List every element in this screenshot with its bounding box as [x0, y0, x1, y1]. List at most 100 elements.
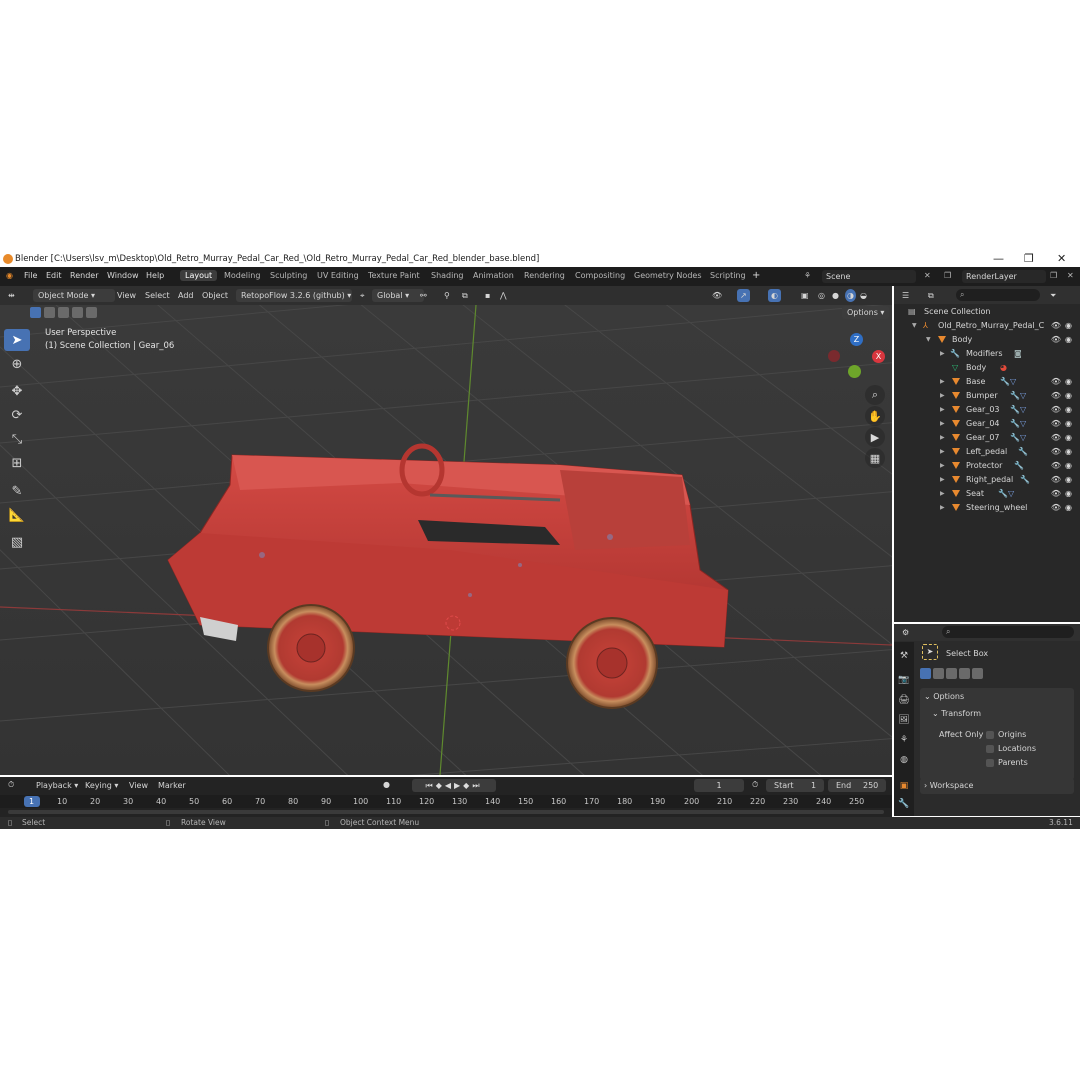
viewport-menu-object[interactable]: Object: [202, 289, 228, 302]
visibility-render-icons[interactable]: 👁◉: [1051, 445, 1076, 459]
editor-type-icon[interactable]: ⇹: [8, 289, 15, 302]
expand-toggle-icon[interactable]: ▶: [940, 459, 945, 473]
maximize-button[interactable]: ❐: [1024, 252, 1034, 265]
outliner-object-row[interactable]: ▶ Gear_07 🔧▽ 👁◉: [894, 431, 1080, 445]
timeline-menu-playback[interactable]: Playback ▾: [36, 781, 78, 790]
expand-toggle-icon[interactable]: ▶: [940, 445, 945, 459]
outliner-object-row[interactable]: ▶ Seat 🔧▽ 👁◉: [894, 487, 1080, 501]
camera-view-icon[interactable]: ▶: [865, 427, 885, 447]
render-tab-icon[interactable]: 📷: [898, 674, 910, 686]
timeline-scrollbar[interactable]: [8, 810, 884, 814]
shading-solid-icon[interactable]: ●: [832, 289, 839, 302]
visibility-render-icons[interactable]: 👁◉: [1051, 319, 1076, 333]
play-icon[interactable]: ▶: [454, 781, 463, 790]
ortho-grid-icon[interactable]: ▦: [865, 448, 885, 468]
expand-toggle-icon[interactable]: ▶: [940, 389, 945, 403]
visibility-render-icons[interactable]: 👁◉: [1051, 431, 1076, 445]
pivot-icon[interactable]: ⚯: [420, 289, 427, 302]
select-new-icon[interactable]: [30, 307, 41, 318]
transform-tool-icon[interactable]: ⊞: [4, 452, 30, 474]
outliner-collection-row[interactable]: ▼ ⅄ Old_Retro_Murray_Pedal_C 👁◉: [894, 319, 1080, 333]
timeline-menu-marker[interactable]: Marker: [158, 781, 186, 790]
select-box-tool-icon[interactable]: ➤: [4, 329, 30, 351]
rotate-tool-icon[interactable]: ⟳: [4, 404, 30, 426]
tab-compositing[interactable]: Compositing: [570, 270, 630, 281]
3d-viewport[interactable]: User Perspective (1) Scene Collection | …: [0, 305, 892, 775]
visibility-render-icons[interactable]: 👁◉: [1051, 333, 1076, 347]
current-frame-field[interactable]: 1: [694, 779, 744, 792]
new-view-layer-icon[interactable]: ❐: [1050, 271, 1057, 280]
parents-checkbox[interactable]: [986, 759, 994, 767]
modifier-tab-icon[interactable]: 🔧: [898, 798, 910, 810]
view-layer-tab-icon[interactable]: 🖼: [898, 714, 910, 726]
outliner-search-input[interactable]: ⌕: [956, 289, 1040, 301]
add-cube-tool-icon[interactable]: ▧: [4, 531, 30, 553]
expand-toggle-icon[interactable]: ▼: [926, 333, 931, 347]
move-tool-icon[interactable]: ✥: [4, 380, 30, 402]
mode-subtract-icon[interactable]: [946, 668, 957, 679]
expand-toggle-icon[interactable]: ▶: [940, 347, 945, 361]
object-mode-dropdown[interactable]: Object Mode ▾: [33, 289, 115, 302]
visibility-render-icons[interactable]: 👁◉: [1051, 403, 1076, 417]
transform-subpanel-header[interactable]: ⌄ Transform: [932, 709, 981, 718]
outliner-scene-collection[interactable]: ▤ Scene Collection: [894, 305, 1080, 319]
close-view-layer-icon[interactable]: ✕: [1067, 271, 1074, 280]
expand-toggle-icon[interactable]: ▶: [940, 487, 945, 501]
expand-toggle-icon[interactable]: ▶: [940, 501, 945, 515]
mode-difference-icon[interactable]: [959, 668, 970, 679]
workspace-panel[interactable]: › Workspace: [920, 778, 1074, 794]
select-subtract-icon[interactable]: [58, 307, 69, 318]
close-window-button[interactable]: ✕: [1057, 252, 1066, 265]
play-reverse-icon[interactable]: ◀: [445, 781, 454, 790]
viewport-menu-view[interactable]: View: [117, 289, 136, 302]
orientation-dropdown[interactable]: Global ▾: [372, 289, 424, 302]
timeline-menu-keying[interactable]: Keying ▾: [85, 781, 118, 790]
playback-controls[interactable]: ⏮◆◀▶◆⏭: [412, 779, 496, 792]
viewport-menu-select[interactable]: Select: [145, 289, 170, 302]
tab-animation[interactable]: Animation: [468, 270, 519, 281]
cursor-tool-icon[interactable]: ⊕: [4, 353, 30, 375]
gizmo-x-axis[interactable]: X: [872, 350, 885, 363]
outliner-object-row[interactable]: ▶ Gear_03 🔧▽ 👁◉: [894, 403, 1080, 417]
outliner-editor-icon[interactable]: ☰: [902, 289, 909, 302]
expand-toggle-icon[interactable]: ▶: [940, 431, 945, 445]
add-workspace-icon[interactable]: +: [752, 270, 760, 281]
end-frame-field[interactable]: End 250: [828, 779, 886, 792]
menu-render[interactable]: Render: [70, 271, 98, 280]
gizmo-toggle-icon[interactable]: ↗: [737, 289, 750, 302]
pan-hand-icon[interactable]: ✋: [865, 406, 885, 426]
display-mode-icon[interactable]: ⧉: [928, 289, 934, 302]
tab-texture-paint[interactable]: Texture Paint: [363, 270, 425, 281]
scene-tab-icon[interactable]: ⚘: [898, 734, 910, 746]
tab-shading[interactable]: Shading: [426, 270, 469, 281]
mode-set-icon[interactable]: [920, 668, 931, 679]
outliner-body-row[interactable]: ▼ Body 👁◉: [894, 333, 1080, 347]
visibility-icon[interactable]: 👁: [712, 289, 722, 302]
visibility-render-icons[interactable]: 👁◉: [1051, 417, 1076, 431]
select-intersect-icon[interactable]: [86, 307, 97, 318]
blender-menu-icon[interactable]: ◉: [6, 271, 13, 280]
menu-help[interactable]: Help: [146, 271, 164, 280]
menu-window[interactable]: Window: [107, 271, 139, 280]
jump-start-icon[interactable]: ⏮: [425, 781, 435, 790]
select-invert-icon[interactable]: [72, 307, 83, 318]
timeline-editor-icon[interactable]: ⏱: [8, 780, 14, 790]
modifier-toggle-icon[interactable]: ◙: [1014, 347, 1022, 361]
gizmo-neg-x-axis[interactable]: [828, 350, 840, 362]
tab-geometry-nodes[interactable]: Geometry Nodes: [629, 270, 706, 281]
expand-toggle-icon[interactable]: ▶: [940, 473, 945, 487]
outliner-body-mesh-row[interactable]: ▽ Body ◕: [894, 361, 1080, 375]
snap-icon[interactable]: ⚲: [444, 289, 450, 302]
shading-wireframe-icon[interactable]: ◎: [818, 289, 825, 302]
expand-toggle-icon[interactable]: ▶: [940, 417, 945, 431]
mode-extend-icon[interactable]: [933, 668, 944, 679]
timeline-menu-view[interactable]: View: [129, 781, 148, 790]
zoom-icon[interactable]: ⌕: [865, 385, 885, 405]
viewport-options-button[interactable]: Options ▾: [842, 306, 890, 319]
tab-modeling[interactable]: Modeling: [219, 270, 265, 281]
close-scene-icon[interactable]: ✕: [924, 271, 931, 280]
visibility-render-icons[interactable]: 👁◉: [1051, 501, 1076, 515]
retopoflow-dropdown[interactable]: RetopoFlow 3.2.6 (github) ▾: [236, 289, 352, 302]
tab-scripting[interactable]: Scripting: [705, 270, 751, 281]
output-tab-icon[interactable]: 🖨: [898, 694, 910, 706]
